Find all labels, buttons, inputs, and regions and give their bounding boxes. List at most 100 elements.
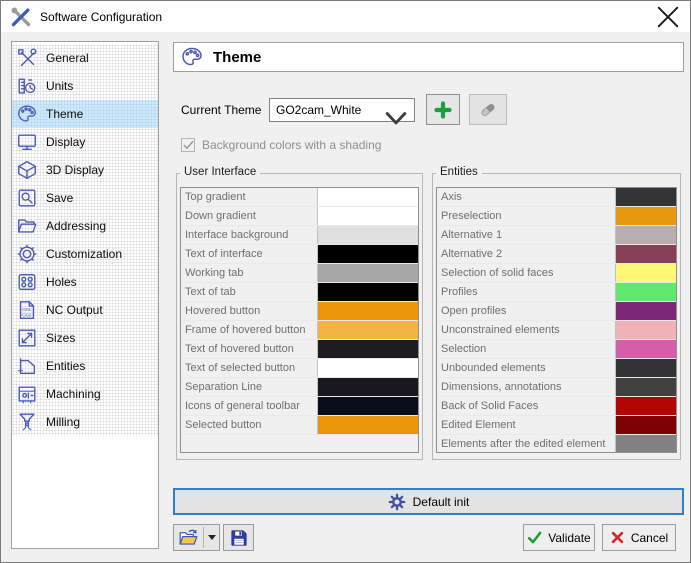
current-theme-label: Current Theme [181,103,261,117]
color-swatch[interactable] [616,397,676,415]
color-row-label: Text of interface [181,245,318,263]
sidebar-item-addressing[interactable]: Addressing [12,212,158,240]
sizes-icon [16,327,38,349]
sidebar-item-entities[interactable]: Entities [12,352,158,380]
color-row-label: Selection [437,340,616,358]
open-folder-icon[interactable] [174,527,204,548]
table-row: Selection [437,340,676,359]
general-icon [16,47,38,69]
sidebar-item-label: Sizes [46,331,75,345]
sidebar-item-label: Units [46,79,73,93]
color-row-label: Icons of general toolbar [181,397,318,415]
theme-selector-row: Current Theme GO2cam_White [181,94,681,126]
color-swatch[interactable] [318,302,418,320]
color-row-label: Back of Solid Faces [437,397,616,415]
add-theme-button[interactable] [426,94,460,125]
color-swatch[interactable] [616,302,676,320]
sidebar-item-holes[interactable]: Holes [12,268,158,296]
sidebar-item-label: Addressing [46,219,106,233]
checkbox-check-icon [181,138,195,152]
entities-icon [16,355,38,377]
color-swatch[interactable] [616,245,676,263]
sidebar-item-theme[interactable]: Theme [12,100,158,128]
sidebar-item-display[interactable]: Display [12,128,158,156]
color-swatch[interactable] [616,283,676,301]
color-row-label: Profiles [437,283,616,301]
color-swatch[interactable] [616,340,676,358]
table-row: Profiles [437,283,676,302]
cancel-button[interactable]: Cancel [602,524,676,551]
color-swatch[interactable] [616,435,676,453]
sidebar-item-customization[interactable]: Customization [12,240,158,268]
tools-icon [10,6,32,28]
color-swatch[interactable] [318,378,418,396]
default-init-button[interactable]: Default init [173,488,684,515]
table-row: Alternative 1 [437,226,676,245]
sidebar-item-machining[interactable]: Machining [12,380,158,408]
sidebar-item-units[interactable]: Units [12,72,158,100]
table-row: Interface background [181,226,418,245]
color-swatch[interactable] [616,207,676,225]
color-row-label: Dimensions, annotations [437,378,616,396]
table-row: Text of hovered button [181,340,418,359]
color-swatch[interactable] [318,207,418,225]
color-row-label: Down gradient [181,207,318,225]
color-swatch[interactable] [318,321,418,339]
init-gear-icon [388,493,406,511]
page-title: Theme [213,49,261,66]
table-row: Down gradient [181,207,418,226]
color-swatch[interactable] [616,264,676,282]
validate-button[interactable]: Validate [523,524,595,551]
color-swatch[interactable] [318,416,418,434]
color-swatch[interactable] [318,397,418,415]
palette-icon [180,45,204,69]
table-row: Back of Solid Faces [437,397,676,416]
color-row-label: Alternative 1 [437,226,616,244]
color-row-label: Text of selected button [181,359,318,377]
open-theme-split-button[interactable] [173,524,220,551]
color-swatch[interactable] [616,188,676,206]
color-swatch[interactable] [616,226,676,244]
color-swatch[interactable] [318,340,418,358]
color-swatch[interactable] [318,264,418,282]
color-swatch[interactable] [318,188,418,206]
units-icon [16,75,38,97]
close-button[interactable] [645,1,690,32]
current-theme-value: GO2cam_White [276,103,361,117]
svg-text:G02: G02 [22,312,31,318]
sidebar-item-label: Save [46,191,73,205]
color-swatch[interactable] [318,359,418,377]
sidebar-item-save[interactable]: Save [12,184,158,212]
sidebar-item-3d-display[interactable]: 3D Display [12,156,158,184]
color-swatch[interactable] [616,321,676,339]
table-row: Selection of solid faces [437,264,676,283]
save-theme-button[interactable] [223,524,254,551]
save-magnifier-icon [16,187,38,209]
window-title: Software Configuration [40,10,162,24]
folder-icon [16,215,38,237]
nc-document-icon: G01G02 [16,299,38,321]
color-swatch[interactable] [318,226,418,244]
current-theme-select[interactable]: GO2cam_White [269,98,415,122]
cube-icon [16,159,38,181]
color-swatch[interactable] [616,359,676,377]
sidebar-item-sizes[interactable]: Sizes [12,324,158,352]
default-init-label: Default init [413,495,470,509]
software-configuration-dialog: Software Configuration General Units Theme… [0,0,691,563]
sidebar-item-label: General [46,51,89,65]
color-swatch[interactable] [318,245,418,263]
group-title: Entities [436,166,482,178]
table-row: Selected button [181,416,418,435]
sidebar-item-milling[interactable]: Milling [12,408,158,436]
color-swatch[interactable] [616,416,676,434]
dropdown-arrow-icon[interactable] [204,535,219,540]
table-row: Hovered button [181,302,418,321]
color-swatch[interactable] [616,378,676,396]
color-row-label: Elements after the edited element [437,435,616,453]
sidebar-item-general[interactable]: General [12,44,158,72]
sidebar-item-label: Entities [46,359,85,373]
sidebar-item-nc-output[interactable]: G01G02NC Output [12,296,158,324]
sidebar-item-label: Holes [46,275,77,289]
sidebar: General Units ThemeDisplay3D Display Save Ad… [11,41,159,549]
color-swatch[interactable] [318,283,418,301]
